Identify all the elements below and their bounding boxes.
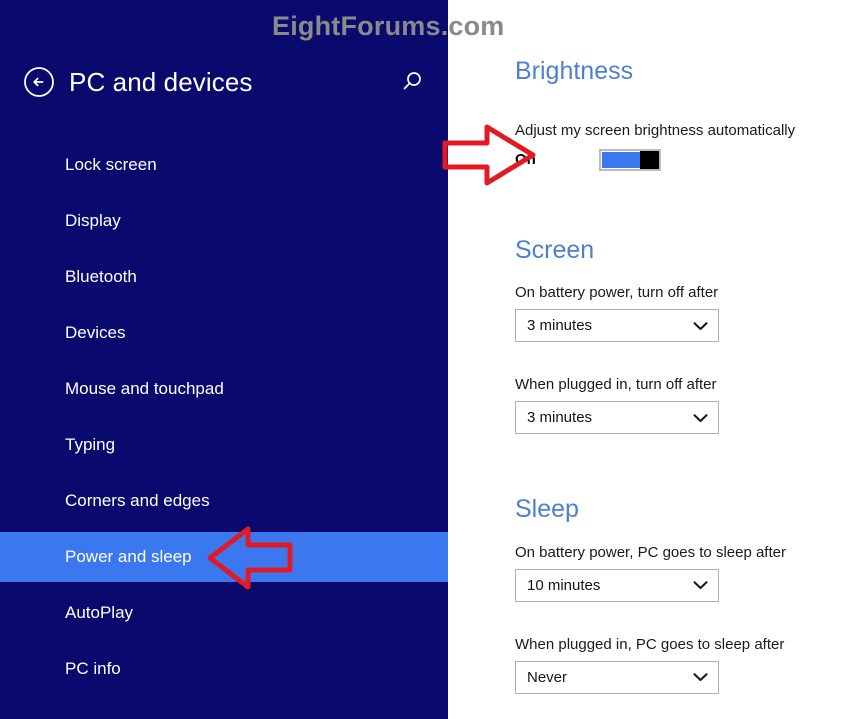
- screen-plugged-label: When plugged in, turn off after: [515, 376, 717, 393]
- brightness-auto-group: Adjust my screen brightness automaticall…: [515, 122, 849, 171]
- sidebar-item-label: Lock screen: [65, 155, 157, 174]
- sidebar-item-label: PC info: [65, 659, 121, 678]
- screen-battery-group: On battery power, turn off after 3 minut…: [515, 284, 849, 342]
- chevron-down-icon: [693, 413, 708, 422]
- toggle-thumb[interactable]: [640, 150, 659, 169]
- sidebar-item-mouse-and-touchpad[interactable]: Mouse and touchpad: [0, 364, 448, 414]
- sleep-plugged-label: When plugged in, PC goes to sleep after: [515, 635, 785, 653]
- screen-battery-value: 3 minutes: [527, 317, 593, 334]
- section-screen: Screen On battery power, turn off after …: [515, 235, 849, 434]
- sidebar-item-label: Corners and edges: [65, 491, 210, 510]
- sleep-battery-value: 10 minutes: [527, 576, 601, 594]
- toggle-fill: [602, 151, 640, 168]
- brightness-auto-label: Adjust my screen brightness automaticall…: [515, 121, 796, 139]
- search-icon[interactable]: [398, 68, 426, 96]
- sleep-battery-select[interactable]: 10 minutes: [515, 568, 719, 602]
- sidebar-item-label: AutoPlay: [65, 603, 134, 622]
- brightness-toggle-row: On: [515, 148, 849, 171]
- back-arrow-circle-icon[interactable]: [23, 66, 55, 98]
- sidebar-item-pc-info[interactable]: PC info: [0, 644, 448, 694]
- section-sleep: Sleep On battery power, PC goes to sleep…: [515, 495, 849, 694]
- sleep-battery-group: On battery power, PC goes to sleep after…: [515, 544, 849, 602]
- screen-plugged-value: 3 minutes: [527, 409, 593, 426]
- chevron-down-icon: [693, 673, 708, 682]
- screen-heading: Screen: [515, 235, 595, 264]
- page-title: PC and devices: [69, 66, 253, 97]
- sidebar-item-devices[interactable]: Devices: [0, 308, 448, 358]
- chevron-down-icon: [693, 581, 708, 590]
- content-panel: Brightness Adjust my screen brightness a…: [448, 0, 849, 719]
- sidebar-item-label: Typing: [65, 435, 116, 454]
- screen-battery-select[interactable]: 3 minutes: [515, 309, 719, 342]
- brightness-toggle-state: On: [515, 151, 536, 168]
- screen-plugged-select[interactable]: 3 minutes: [515, 401, 719, 434]
- sidebar-nav-list: Lock screen Display Bluetooth Devices Mouse …: [0, 140, 448, 700]
- screen-plugged-group: When plugged in, turn off after 3 minute…: [515, 376, 849, 434]
- sidebar-item-lock-screen[interactable]: Lock screen: [0, 140, 448, 190]
- brightness-auto-toggle[interactable]: [599, 148, 661, 171]
- sidebar-item-display[interactable]: Display: [0, 196, 448, 246]
- sidebar-item-label: Devices: [65, 323, 126, 342]
- sidebar-item-label: Display: [65, 211, 121, 230]
- brightness-heading: Brightness: [515, 57, 634, 85]
- sidebar-item-corners-and-edges[interactable]: Corners and edges: [0, 476, 448, 526]
- sidebar-item-label: Bluetooth: [65, 267, 137, 286]
- section-brightness: Brightness Adjust my screen brightness a…: [515, 57, 849, 171]
- sidebar-item-label: Mouse and touchpad: [65, 379, 224, 398]
- settings-window: PC and devices Lock screen Display Bluetoo…: [0, 0, 849, 719]
- sidebar-header: PC and devices: [0, 58, 448, 106]
- sleep-plugged-value: Never: [527, 668, 568, 686]
- sidebar: PC and devices Lock screen Display Bluetoo…: [0, 0, 448, 719]
- chevron-down-icon: [693, 321, 708, 330]
- sleep-plugged-group: When plugged in, PC goes to sleep after …: [515, 636, 849, 694]
- sleep-plugged-select[interactable]: Never: [515, 660, 719, 694]
- sleep-heading: Sleep: [515, 495, 579, 523]
- sidebar-item-label: Power and sleep: [65, 547, 192, 566]
- screen-battery-label: On battery power, turn off after: [515, 284, 719, 301]
- sidebar-item-autoplay[interactable]: AutoPlay: [0, 588, 448, 638]
- sleep-battery-label: On battery power, PC goes to sleep after: [515, 543, 786, 561]
- sidebar-item-typing[interactable]: Typing: [0, 420, 448, 470]
- sidebar-item-power-and-sleep[interactable]: Power and sleep: [0, 532, 448, 582]
- sidebar-item-bluetooth[interactable]: Bluetooth: [0, 252, 448, 302]
